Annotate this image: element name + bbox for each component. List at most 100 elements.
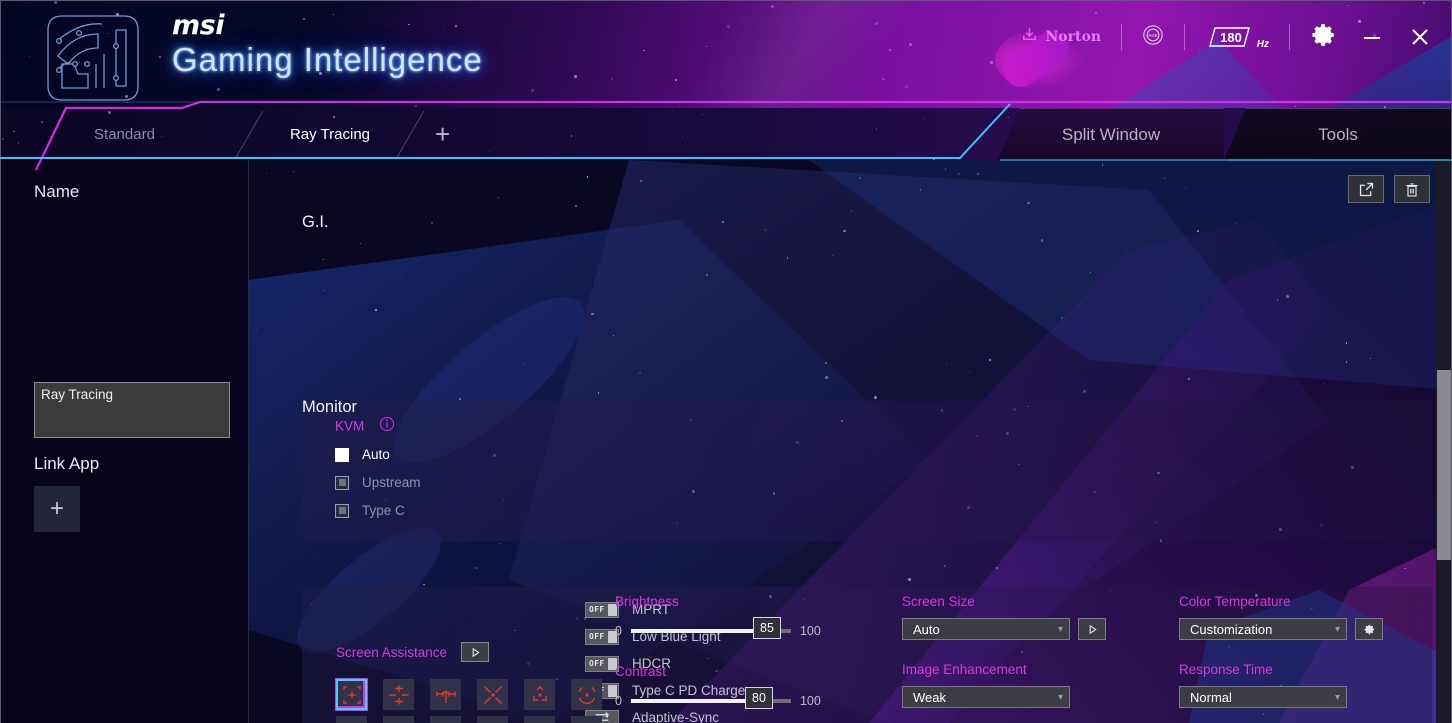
kvm-panel: KVM Auto Upstream Type C <box>302 401 1432 541</box>
image-enhancement-value: Weak <box>913 689 946 705</box>
add-linked-app-label: + <box>49 495 64 522</box>
kvm-option-upstream[interactable]: Upstream <box>335 475 421 490</box>
tab-group-right: Split Window Tools <box>998 108 1452 160</box>
crosshair-box[interactable] <box>430 716 461 723</box>
screen-assistance-preview-button[interactable] <box>461 642 490 662</box>
window-border-top <box>0 0 1452 1</box>
content-area: G.I. KVM Auto Upstream Type C Monitor OF… <box>249 160 1452 723</box>
slider-brightness-min: 0 <box>615 624 622 638</box>
settings-button[interactable] <box>1300 14 1348 60</box>
rgb-button[interactable]: RGB <box>1132 20 1174 55</box>
radio-icon <box>335 475 349 490</box>
gi-section-title: G.I. <box>302 213 329 231</box>
tab-standard[interactable]: Standard <box>0 108 249 160</box>
download-icon <box>1020 25 1039 49</box>
kvm-label: KVM <box>335 418 365 434</box>
content-scrollbar-track[interactable] <box>1436 160 1452 723</box>
export-profile-button[interactable] <box>1348 175 1384 203</box>
crosshair-triangle-corners[interactable] <box>524 679 555 710</box>
titlebar-controls: Norton RGB 180 Hz <box>1010 14 1445 60</box>
radio-icon <box>335 503 349 518</box>
color-temperature-settings-button[interactable] <box>1355 618 1383 640</box>
title-bar: msi Gaming Intelligence Norton RGB 180 H… <box>0 0 1452 108</box>
trash-icon <box>1406 182 1418 196</box>
window-border-left <box>0 0 1 723</box>
crosshair-tick[interactable] <box>383 716 414 723</box>
toggle-state-hdcr: OFF <box>589 659 605 668</box>
main-body: Name Ray Tracing Link App + G.I. KVM Aut… <box>0 160 1452 723</box>
toggle-switch-icon: OFF <box>585 601 619 618</box>
slider-contrast: Contrast 0 80 100 <box>615 664 850 714</box>
slider-brightness-thumb[interactable]: 85 <box>752 617 781 639</box>
tab-tools[interactable]: Tools <box>1224 108 1452 160</box>
chevron-down-icon: ▾ <box>1334 623 1340 635</box>
crosshair-arc[interactable] <box>571 716 602 723</box>
monitor-dropdowns-middle: Screen Size Auto ▾ Image Enhancement Wea… <box>902 594 1106 723</box>
tab-split-window[interactable]: Split Window <box>998 108 1224 160</box>
image-enhancement-label: Image Enhancement <box>902 662 1027 677</box>
field-screen-size: Screen Size Auto ▾ <box>902 594 1106 640</box>
slider-contrast-max: 100 <box>799 694 821 708</box>
close-button[interactable] <box>1396 14 1444 60</box>
norton-label: Norton <box>1045 29 1102 45</box>
crosshair-x-dot[interactable] <box>477 679 508 710</box>
response-time-dropdown[interactable]: Normal ▾ <box>1179 686 1347 708</box>
tab-standard-label: Standard <box>94 125 155 143</box>
add-linked-app-button[interactable]: + <box>34 486 80 532</box>
crosshair-circle-dot[interactable] <box>571 679 602 710</box>
color-temperature-dropdown[interactable]: Customization ▾ <box>1179 618 1347 640</box>
monitor-dropdowns-right: Color Temperature Customization ▾ Respon… <box>1179 594 1383 708</box>
close-icon <box>1412 29 1428 45</box>
refresh-rate-button[interactable]: 180 Hz <box>1195 20 1269 54</box>
add-tab-button[interactable]: + <box>411 119 474 150</box>
screen-assistance-header: Screen Assistance <box>336 642 490 662</box>
kvm-option-typec[interactable]: Type C <box>335 503 421 518</box>
minimize-button[interactable] <box>1348 14 1396 60</box>
titlebar-divider-1 <box>1121 24 1122 50</box>
monitor-slider-group: Brightness 0 85 100 Contrast 0 80 100 <box>615 594 850 723</box>
crosshair-grid-row-2 <box>336 716 602 723</box>
crosshair-caret[interactable] <box>524 716 555 723</box>
image-enhancement-dropdown[interactable]: Weak ▾ <box>902 686 1070 708</box>
brand-title-label: Gaming Intelligence <box>172 41 483 78</box>
sidebar: Name Ray Tracing Link App + <box>0 160 249 723</box>
color-temperature-value: Customization <box>1190 621 1273 637</box>
crosshair-arrow-up[interactable] <box>430 679 461 710</box>
gi-circuit-logo-icon <box>30 8 160 108</box>
norton-button[interactable]: Norton <box>1010 21 1112 53</box>
refresh-rate-badge-icon: 180 Hz <box>1205 24 1269 50</box>
slider-contrast-track[interactable]: 80 <box>630 687 791 709</box>
crosshair-v[interactable] <box>477 716 508 723</box>
delete-profile-button[interactable] <box>1394 175 1430 203</box>
rgb-mystic-light-icon: RGB <box>1142 24 1164 51</box>
content-scrollbar-thumb[interactable] <box>1437 370 1451 560</box>
chevron-down-icon: ▾ <box>1057 623 1063 635</box>
slider-brightness: Brightness 0 85 100 <box>615 594 850 644</box>
msi-gaming-intelligence-window: msi Gaming Intelligence Norton RGB 180 H… <box>0 0 1452 723</box>
screen-size-label: Screen Size <box>902 594 975 609</box>
play-icon <box>1089 624 1097 634</box>
profile-name-value: Ray Tracing <box>41 387 114 402</box>
kvm-option-upstream-label: Upstream <box>362 475 421 490</box>
chevron-down-icon: ▾ <box>1334 691 1340 703</box>
radio-icon <box>335 447 349 462</box>
slider-contrast-thumb[interactable]: 80 <box>744 687 773 709</box>
chevron-down-icon: ▾ <box>1057 691 1063 703</box>
crosshair-brackets[interactable] <box>336 716 367 723</box>
crosshair-cross[interactable] <box>383 679 414 710</box>
crosshair-corner-plus[interactable] <box>336 679 367 710</box>
tab-ray-tracing-label: Ray Tracing <box>289 125 371 143</box>
titlebar-divider-3 <box>1289 24 1290 50</box>
tab-ray-tracing[interactable]: Ray Tracing <box>250 108 410 160</box>
profile-name-input[interactable]: Ray Tracing <box>34 382 230 438</box>
link-app-label: Link App <box>34 454 100 473</box>
kvm-option-auto[interactable]: Auto <box>335 447 421 462</box>
monitor-section-title: Monitor <box>302 398 358 416</box>
screen-size-dropdown[interactable]: Auto ▾ <box>902 618 1070 640</box>
slider-brightness-track[interactable]: 85 <box>630 617 791 639</box>
screen-size-preview-button[interactable] <box>1078 618 1106 640</box>
screen-assistance-label: Screen Assistance <box>336 644 448 660</box>
tab-tools-label: Tools <box>1318 124 1358 144</box>
gear-icon <box>1311 22 1337 53</box>
brand-block: msi Gaming Intelligence <box>172 12 483 79</box>
